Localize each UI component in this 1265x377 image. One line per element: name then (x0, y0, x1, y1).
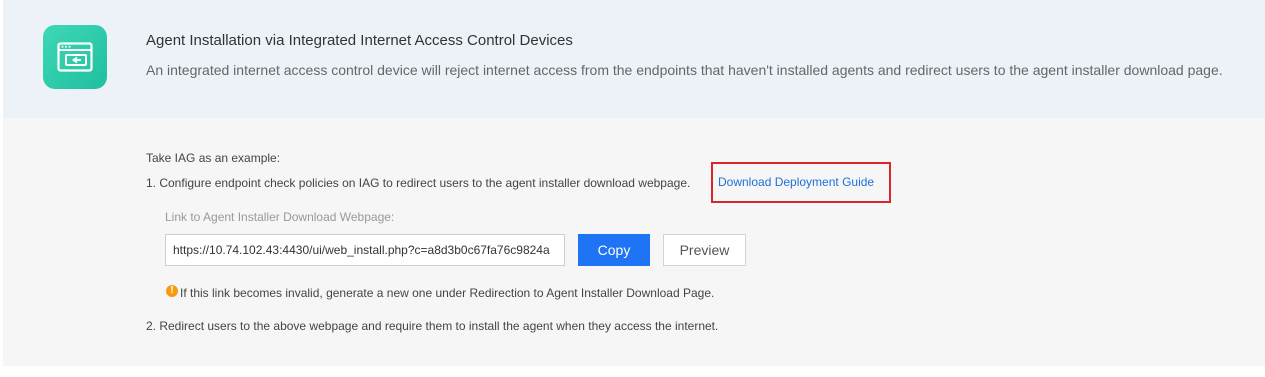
step-2-text: 2. Redirect users to the above webpage a… (146, 319, 719, 333)
preview-button[interactable]: Preview (663, 234, 746, 266)
page-title: Agent Installation via Integrated Intern… (146, 32, 573, 49)
intro-text: Take IAG as an example: (146, 151, 281, 165)
copy-button[interactable]: Copy (578, 234, 650, 266)
download-deployment-guide-link[interactable]: Download Deployment Guide (718, 175, 874, 189)
browser-redirect-icon (43, 25, 107, 89)
installer-link-input[interactable] (165, 234, 565, 266)
link-label: Link to Agent Installer Download Webpage… (165, 210, 395, 224)
warning-text: If this link becomes invalid, generate a… (180, 286, 715, 300)
warning-icon: ! (166, 285, 178, 297)
guide-link-highlight: Download Deployment Guide (711, 162, 891, 203)
step-1-text: 1. Configure endpoint check policies on … (146, 176, 691, 190)
page-description: An integrated internet access control de… (146, 62, 1223, 78)
header-band (3, 0, 1265, 118)
